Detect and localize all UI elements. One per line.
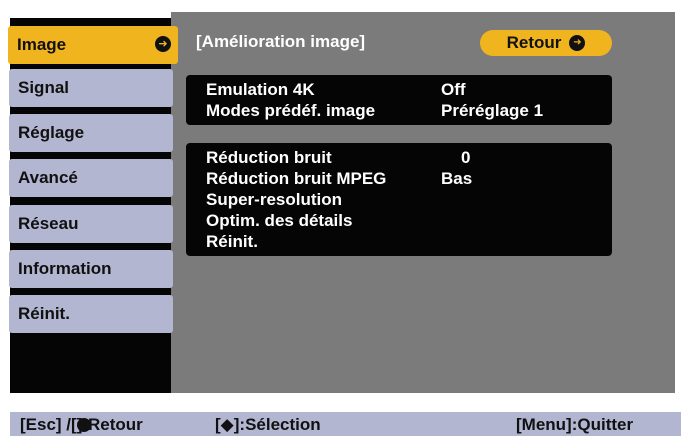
setting-value: Bas: [441, 168, 473, 188]
setting-row-emulation-4k[interactable]: Emulation 4K Off: [206, 79, 612, 100]
setting-value: 0: [461, 147, 471, 167]
settings-group-1: Emulation 4K Off Modes prédéf. image Pré…: [186, 75, 612, 125]
up-down-arrow-icon: ◆: [220, 415, 234, 434]
setting-row-reinit[interactable]: Réinit.: [206, 231, 612, 252]
footer-help-bar: [Esc] /[➜]:Retour [◆]:Sélection [Menu]:Q…: [10, 412, 681, 436]
sidebar-item-label: Signal: [18, 78, 70, 97]
sidebar-item-avance[interactable]: Avancé: [9, 159, 173, 197]
setting-row-optim-details[interactable]: Optim. des détails: [206, 210, 612, 231]
setting-label: Emulation 4K: [206, 79, 315, 99]
setting-value: Préréglage 1: [441, 100, 544, 120]
setting-label: Réduction bruit: [206, 147, 332, 167]
sidebar-item-reinit[interactable]: Réinit.: [9, 295, 173, 333]
setting-value: Off: [441, 79, 466, 99]
setting-label: Super-resolution: [206, 189, 343, 209]
footer-select-hint: [◆]:Sélection: [215, 415, 321, 434]
footer-quit-hint: [Menu]:Quitter: [516, 415, 634, 434]
footer-esc-hint: [Esc] /[➜]:Retour: [20, 415, 143, 434]
sidebar-item-label: Réinit.: [18, 304, 70, 323]
enter-circle-icon: ➜: [76, 415, 91, 434]
sidebar-item-reglage[interactable]: Réglage: [9, 114, 173, 152]
setting-row-reduction-bruit-mpeg[interactable]: Réduction bruit MPEG Bas: [206, 168, 612, 189]
enter-circle-icon: ➜: [569, 35, 586, 51]
setting-label: Réduction bruit MPEG: [206, 168, 387, 188]
sidebar-item-label: Réglage: [18, 123, 85, 142]
setting-label: Modes prédéf. image: [206, 100, 376, 120]
enter-circle-icon: ➜: [155, 36, 171, 52]
sidebar-item-label: Information: [18, 259, 112, 278]
sidebar-item-label: Image: [17, 35, 67, 54]
setting-row-super-resolution[interactable]: Super-resolution: [206, 189, 612, 210]
sidebar-item-label: Réseau: [18, 214, 79, 233]
sidebar-item-label: Avancé: [18, 168, 78, 187]
back-button-label: Retour: [506, 33, 562, 52]
sidebar-item-information[interactable]: Information: [9, 250, 173, 288]
sidebar-item-image[interactable]: Image ➜: [8, 26, 178, 64]
page-title: [Amélioration image]: [196, 32, 366, 51]
setting-row-modes-predef[interactable]: Modes prédéf. image Préréglage 1: [206, 100, 612, 121]
back-button[interactable]: Retour ➜: [480, 30, 612, 56]
sidebar-item-reseau[interactable]: Réseau: [9, 205, 173, 243]
sidebar-item-signal[interactable]: Signal: [9, 69, 173, 107]
setting-label: Optim. des détails: [206, 210, 353, 230]
setting-label: Réinit.: [206, 231, 258, 251]
setting-row-reduction-bruit[interactable]: Réduction bruit 0: [206, 147, 612, 168]
settings-group-2: Réduction bruit 0 Réduction bruit MPEG B…: [186, 143, 612, 256]
